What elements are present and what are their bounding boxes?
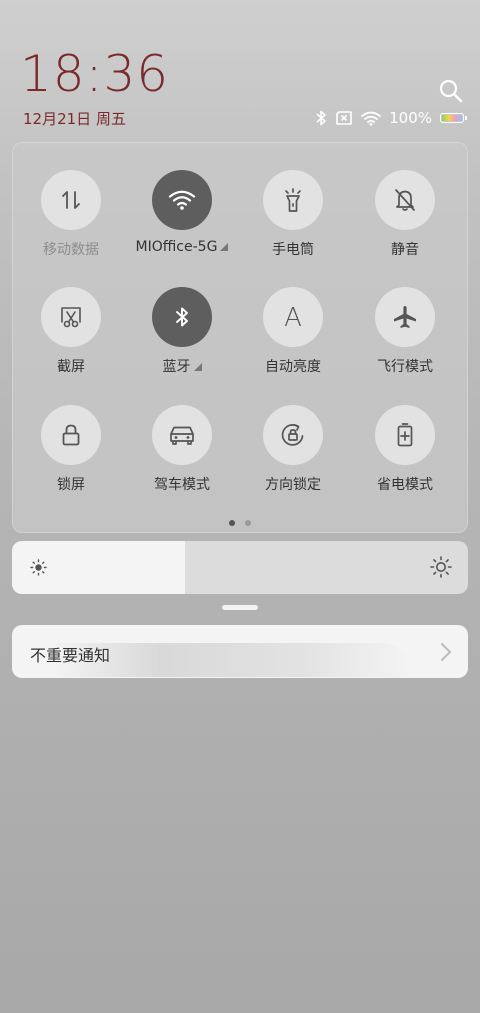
car-icon (170, 426, 194, 445)
expand-triangle-icon[interactable] (220, 243, 229, 251)
notification-label: 不重要通知 (30, 646, 111, 665)
battery-percentage: 100% (389, 109, 432, 127)
wifi-status-icon (361, 111, 382, 126)
toggle-mobile-data[interactable]: 移动数据 (16, 170, 126, 259)
battery-saver-icon (397, 423, 413, 447)
rotation-lock-icon (281, 424, 304, 446)
wifi-icon (168, 190, 196, 210)
toggle-label-text: 锁屏 (57, 477, 85, 493)
toggle-screenshot[interactable]: 截屏 (16, 287, 126, 376)
toggle-rotation-lock[interactable]: 方向锁定 (238, 405, 348, 494)
page-dot-1[interactable] (229, 520, 235, 526)
clock-time: 18:36 (20, 45, 170, 103)
toggle-label: 手电筒 (238, 239, 348, 259)
unimportant-notifications-row[interactable]: 不重要通知 (12, 625, 468, 678)
mute-bell-icon (395, 189, 415, 211)
toggle-label-text: 手电筒 (272, 242, 314, 258)
toggle-label: 锁屏 (16, 474, 126, 494)
toggle-button[interactable] (152, 170, 212, 230)
toggle-battery-saver[interactable]: 省电模式 (350, 405, 460, 494)
flashlight-icon (285, 188, 301, 212)
toggle-label: MIOffice-5G (127, 239, 237, 255)
toggle-button[interactable] (375, 287, 435, 347)
bluetooth-status-icon (316, 110, 326, 126)
toggle-label-text: 截屏 (57, 359, 85, 375)
lock-icon (62, 424, 80, 446)
mobile-data-icon (62, 191, 80, 209)
svg-text:A: A (284, 303, 302, 331)
brightness-low-icon (30, 559, 47, 576)
toggle-label-text: 静音 (391, 242, 419, 258)
toggle-button[interactable] (263, 405, 323, 465)
drag-handle[interactable] (222, 605, 258, 610)
search-icon[interactable] (438, 78, 464, 104)
toggle-label: 驾车模式 (127, 474, 237, 494)
toggle-mute-bell[interactable]: 静音 (350, 170, 460, 259)
toggle-button[interactable] (152, 287, 212, 347)
toggle-button[interactable] (375, 170, 435, 230)
toggle-label: 方向锁定 (238, 474, 348, 494)
toggle-button[interactable] (41, 170, 101, 230)
toggle-label: 蓝牙 (127, 356, 237, 376)
toggle-button[interactable] (263, 170, 323, 230)
toggle-label-text: MIOffice-5G (135, 239, 218, 255)
toggle-label-text: 方向锁定 (265, 477, 321, 493)
page-indicator (12, 520, 468, 526)
screenshot-icon (61, 307, 81, 328)
auto-brightness-icon: A (284, 303, 302, 331)
toggle-bluetooth[interactable]: 蓝牙 (127, 287, 237, 376)
expand-triangle-icon[interactable] (193, 363, 202, 371)
toggle-label: 自动亮度 (238, 356, 348, 376)
toggle-car[interactable]: 驾车模式 (127, 405, 237, 494)
toggle-label-text: 飞行模式 (377, 359, 433, 375)
toggle-label-text: 省电模式 (377, 477, 433, 493)
toggle-flashlight[interactable]: 手电筒 (238, 170, 348, 259)
toggle-label: 省电模式 (350, 474, 460, 494)
toggle-button[interactable] (375, 405, 435, 465)
toggle-label: 静音 (350, 239, 460, 259)
airplane-icon (394, 306, 416, 328)
quick-settings-panel: 移动数据 MIOffice-5G 手电筒 静音截屏 蓝牙 A 自动亮度 飞行模式锁屏 驾车模式 方… (12, 142, 468, 533)
toggle-button[interactable] (41, 405, 101, 465)
brightness-slider[interactable] (12, 541, 468, 594)
battery-icon (440, 113, 467, 123)
toggle-label-text: 驾车模式 (154, 477, 210, 493)
toggle-button[interactable]: A (263, 287, 323, 347)
toggle-lock[interactable]: 锁屏 (16, 405, 126, 494)
toggle-label: 移动数据 (16, 239, 126, 259)
chevron-right-icon (441, 643, 451, 661)
toggle-label-text: 移动数据 (43, 242, 99, 258)
brightness-high-icon (430, 556, 452, 578)
bluetooth-icon (176, 307, 188, 327)
toggle-button[interactable] (152, 405, 212, 465)
clock-date: 12月21日 周五 (23, 110, 126, 128)
toggle-label-text: 自动亮度 (265, 359, 321, 375)
toggle-label-text: 蓝牙 (162, 359, 191, 375)
status-bar: 100% (315, 108, 467, 128)
no-sim-icon (336, 111, 352, 125)
toggle-label: 截屏 (16, 356, 126, 376)
toggle-wifi[interactable]: MIOffice-5G (127, 170, 237, 255)
toggle-label: 飞行模式 (350, 356, 460, 376)
page-dot-2[interactable] (245, 520, 251, 526)
toggle-auto-brightness[interactable]: A 自动亮度 (238, 287, 348, 376)
toggle-button[interactable] (41, 287, 101, 347)
toggle-airplane[interactable]: 飞行模式 (350, 287, 460, 376)
